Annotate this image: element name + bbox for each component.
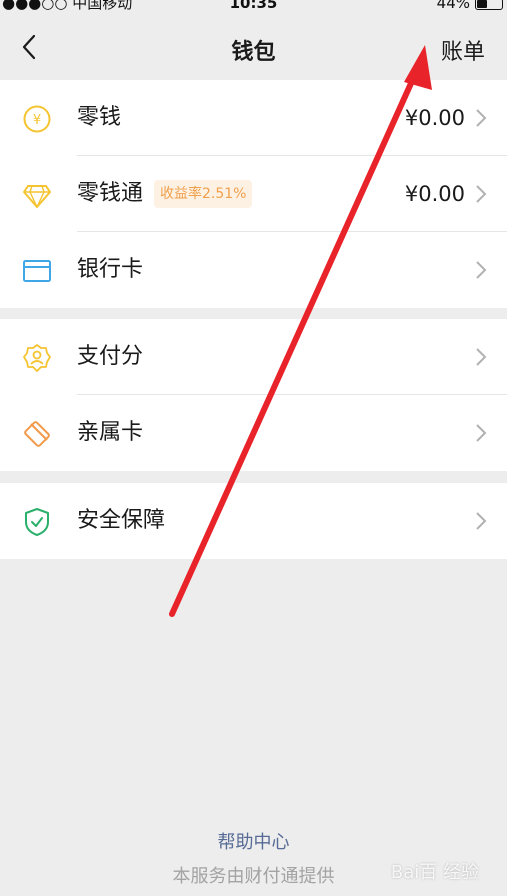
list-item-pay-score[interactable]: 支付分 — [0, 319, 507, 395]
row-label: 安全保障 — [77, 508, 166, 533]
list-item-family-card[interactable]: 亲属卡 — [0, 395, 507, 471]
row-value: ¥0.00 — [404, 106, 465, 130]
shield-check-icon — [25, 508, 49, 536]
bank-card-icon — [23, 260, 51, 282]
chevron-right-icon — [476, 424, 487, 442]
chevron-right-icon — [476, 109, 487, 127]
page-title: 钱包 — [231, 40, 276, 65]
watermark-logo: Bai百 经验 — [390, 862, 479, 883]
chevron-right-icon — [476, 261, 487, 279]
row-label: 零钱 — [77, 105, 122, 130]
nav-bar: 钱包 账单 — [0, 16, 507, 80]
service-group: 支付分 亲属卡 — [0, 319, 507, 471]
list-item-bank-card[interactable]: 银行卡 — [0, 232, 507, 308]
pay-score-icon — [23, 344, 51, 372]
battery-icon — [475, 0, 503, 10]
list-item-change[interactable]: ¥ 零钱 ¥0.00 — [0, 80, 507, 156]
battery-percent: 44% — [436, 0, 470, 12]
family-card-icon — [24, 421, 50, 447]
chevron-right-icon — [476, 185, 487, 203]
list-item-change-plus[interactable]: 零钱通 收益率2.51% ¥0.00 — [0, 156, 507, 232]
yield-badge: 收益率2.51% — [154, 180, 253, 208]
security-group: 安全保障 — [0, 483, 507, 559]
row-label: 零钱通 — [77, 181, 144, 206]
wallet-group: ¥ 零钱 ¥0.00 零钱通 收益率2.51% ¥0.00 银行卡 — [0, 80, 507, 308]
bill-button[interactable]: 账单 — [441, 34, 485, 66]
svg-text:¥: ¥ — [33, 113, 41, 128]
row-label: 银行卡 — [77, 257, 144, 282]
list-item-security[interactable]: 安全保障 — [0, 483, 507, 559]
chevron-right-icon — [476, 512, 487, 530]
row-label: 亲属卡 — [77, 420, 144, 445]
diamond-icon — [23, 185, 51, 209]
status-time: 10:35 — [229, 0, 278, 12]
status-right: 44% — [436, 0, 503, 12]
chevron-right-icon — [476, 348, 487, 366]
yen-coin-icon: ¥ — [23, 105, 51, 133]
row-value: ¥0.00 — [404, 182, 465, 206]
help-center-link[interactable]: 帮助中心 — [0, 828, 507, 854]
status-bar: ●●●○○ 中国移动 10:35 44% — [0, 0, 507, 16]
row-label: 支付分 — [77, 344, 144, 369]
